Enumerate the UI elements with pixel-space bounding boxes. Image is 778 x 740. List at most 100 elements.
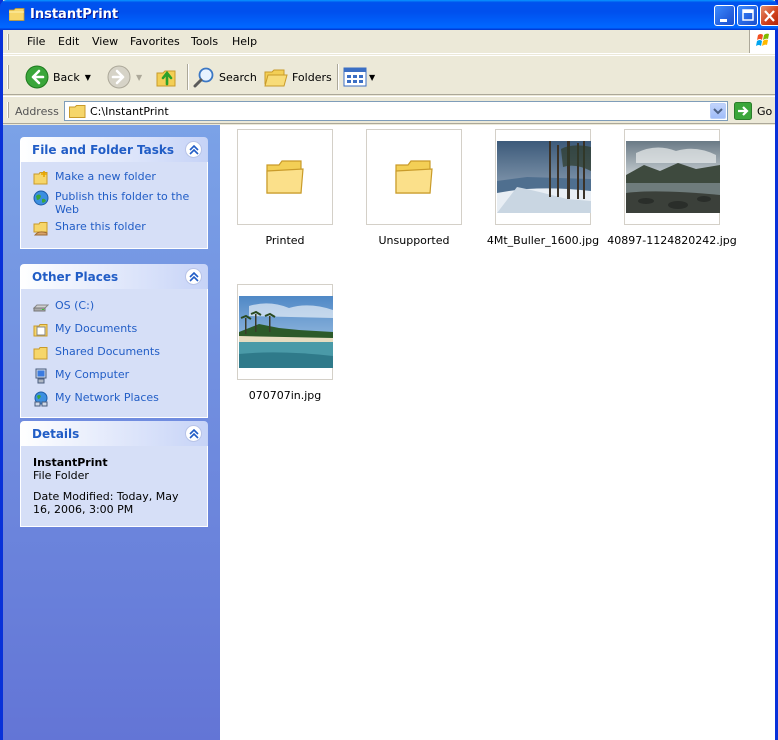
chevron-down-icon — [713, 108, 723, 115]
other-places-body: OS (C:) My Documents Shared Documents My… — [20, 289, 208, 418]
minimize-icon — [720, 19, 727, 22]
chevron-up-icon — [189, 272, 199, 282]
close-button[interactable] — [760, 5, 778, 26]
address-dropdown-button[interactable] — [710, 103, 726, 119]
maximize-button[interactable] — [737, 5, 758, 26]
go-button[interactable]: Go — [734, 102, 772, 120]
file-item[interactable]: 4Mt_Buller_1600.jpg — [487, 129, 599, 247]
details-item-type: File Folder — [33, 469, 89, 482]
other-places-header[interactable]: Other Places — [20, 264, 208, 289]
documents-folder-icon — [33, 324, 48, 337]
file-name: 4Mt_Buller_1600.jpg — [486, 234, 600, 247]
os-drive-link[interactable]: OS (C:) — [33, 299, 195, 315]
publish-folder-link[interactable]: Publish this folder to the Web — [33, 190, 195, 216]
views-button[interactable]: ▼ — [343, 64, 375, 90]
explorer-window: InstantPrint File Edit View Favorites To… — [0, 0, 778, 740]
chevron-up-icon — [189, 429, 199, 439]
folder-icon — [69, 105, 86, 118]
maximize-icon — [742, 9, 754, 21]
task-pane: File and Folder Tasks Make a new folder … — [3, 125, 220, 740]
thumbnail-frame — [237, 284, 333, 380]
share-folder-link[interactable]: Share this folder — [33, 220, 195, 236]
network-icon — [34, 391, 48, 407]
back-label: Back — [53, 70, 80, 84]
file-item[interactable]: Printed — [237, 129, 333, 247]
window-title: InstantPrint — [30, 7, 119, 22]
views-dropdown-icon[interactable]: ▼ — [369, 73, 375, 82]
menu-edit[interactable]: Edit — [58, 35, 79, 48]
menu-help[interactable]: Help — [232, 35, 257, 48]
forward-button[interactable]: ▼ — [107, 64, 142, 90]
collapse-button[interactable] — [185, 141, 202, 158]
back-dropdown-icon[interactable]: ▼ — [85, 73, 91, 82]
hard-drive-icon — [33, 304, 49, 312]
details-body: InstantPrint File Folder Date Modified: … — [20, 446, 208, 527]
file-folder-tasks-box: File and Folder Tasks Make a new folder … — [20, 137, 208, 249]
menu-file[interactable]: File — [27, 35, 45, 48]
go-label: Go — [757, 104, 773, 118]
minimize-button[interactable] — [714, 5, 735, 26]
file-name: Unsupported — [378, 234, 450, 247]
collapse-button[interactable] — [185, 425, 202, 442]
details-box: Details InstantPrint File Folder Date Mo… — [20, 421, 208, 527]
forward-arrow-icon — [107, 65, 131, 89]
forward-dropdown-icon[interactable]: ▼ — [136, 73, 142, 82]
folders-label: Folders — [292, 70, 332, 84]
close-icon — [764, 10, 775, 22]
chevron-up-icon — [189, 145, 199, 155]
file-item[interactable]: 070707in.jpg — [237, 284, 333, 402]
globe-icon — [33, 190, 49, 206]
thumbnail-frame — [624, 129, 720, 225]
make-new-folder-link[interactable]: Make a new folder — [33, 170, 195, 186]
shared-documents-link[interactable]: Shared Documents — [33, 345, 195, 361]
address-grip[interactable] — [7, 102, 9, 118]
search-label: Search — [219, 70, 257, 84]
address-bar: Address C:\InstantPrint Go — [3, 96, 775, 124]
file-folder-tasks-body: Make a new folder Publish this folder to… — [20, 162, 208, 249]
standard-toolbar: Back ▼ ▼ Search Folders ▼ — [3, 55, 775, 95]
menu-favorites[interactable]: Favorites — [130, 35, 180, 48]
folder-icon — [33, 347, 48, 360]
details-date-modified: Date Modified: Today, May 16, 2006, 3:00… — [33, 490, 179, 516]
menu-grip[interactable] — [7, 34, 9, 50]
folders-icon — [264, 69, 288, 87]
menu-tools[interactable]: Tools — [191, 35, 218, 48]
folder-icon — [395, 160, 433, 194]
computer-icon — [35, 368, 47, 384]
tropical-beach-photo — [239, 296, 333, 368]
my-network-places-link[interactable]: My Network Places — [33, 391, 195, 407]
address-label: Address — [15, 105, 59, 118]
thumbnail-frame — [495, 129, 591, 225]
windows-logo-icon — [749, 30, 775, 53]
address-input[interactable]: C:\InstantPrint — [64, 101, 728, 121]
collapse-button[interactable] — [185, 268, 202, 285]
title-bar[interactable]: InstantPrint — [0, 0, 778, 30]
mountain-lake-photo — [626, 141, 720, 213]
thumbnail-frame — [237, 129, 333, 225]
file-name: Printed — [265, 234, 305, 247]
back-button[interactable]: Back ▼ — [25, 64, 91, 90]
folders-button[interactable]: Folders — [264, 64, 332, 90]
share-folder-icon — [33, 222, 48, 236]
file-item[interactable]: Unsupported — [366, 129, 462, 247]
folder-icon — [266, 160, 304, 194]
address-value: C:\InstantPrint — [90, 105, 169, 118]
back-arrow-icon — [25, 65, 49, 89]
menu-view[interactable]: View — [92, 35, 118, 48]
file-name: 070707in.jpg — [248, 389, 322, 402]
other-places-box: Other Places OS (C:) My Documents Shared… — [20, 264, 208, 418]
details-title: Details — [32, 427, 80, 441]
my-computer-link[interactable]: My Computer — [33, 368, 195, 384]
my-documents-link[interactable]: My Documents — [33, 322, 195, 338]
toolbar-grip[interactable] — [7, 65, 9, 89]
up-button[interactable] — [155, 64, 179, 90]
file-folder-tasks-title: File and Folder Tasks — [32, 143, 175, 157]
file-name: 40897-1124820242.jpg — [607, 234, 737, 247]
search-icon — [193, 67, 214, 88]
file-view[interactable]: Printed Unsupported 4Mt_Buller_1600.jpg … — [220, 125, 775, 740]
details-item-name: InstantPrint — [33, 456, 108, 469]
file-item[interactable]: 40897-1124820242.jpg — [607, 129, 737, 247]
file-folder-tasks-header[interactable]: File and Folder Tasks — [20, 137, 208, 162]
search-button[interactable]: Search — [193, 64, 257, 90]
details-header[interactable]: Details — [20, 421, 208, 446]
